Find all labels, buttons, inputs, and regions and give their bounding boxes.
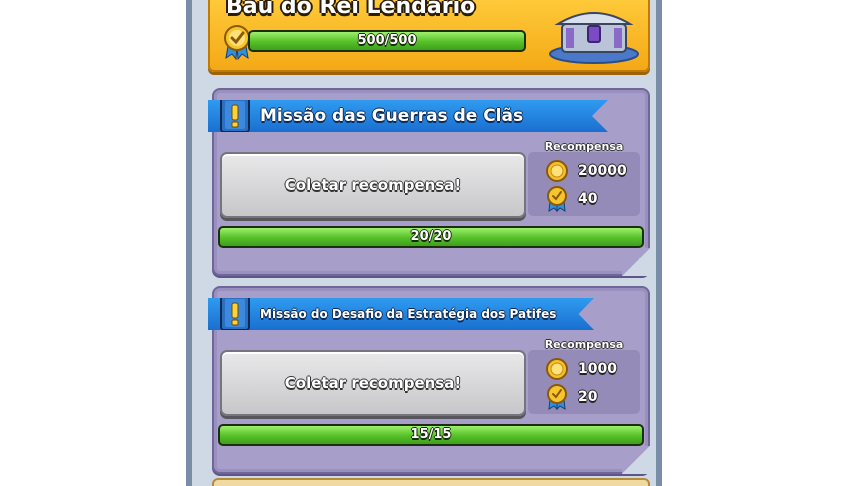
gold-amount: 20000 bbox=[578, 163, 627, 179]
gold-amount: 1000 bbox=[578, 361, 617, 377]
reward-box: 20000 40 bbox=[528, 152, 640, 216]
mission-progress-bar: 15/15 bbox=[218, 424, 644, 446]
mission-banner: Missão do Desafio da Estratégia dos Pati… bbox=[208, 298, 594, 330]
page-curl bbox=[622, 446, 650, 474]
collect-reward-button[interactable]: Coletar recompensa! bbox=[220, 350, 526, 416]
gold-coin-icon bbox=[546, 160, 568, 182]
mission-banner: Missão das Guerras de Clãs bbox=[208, 100, 608, 132]
mission-progress-text: 20/20 bbox=[410, 229, 452, 244]
mission-card-rogues-strategy: Missão do Desafio da Estratégia dos Pati… bbox=[208, 286, 650, 474]
collect-reward-label: Coletar recompensa! bbox=[284, 374, 462, 392]
gold-reward: 20000 bbox=[546, 158, 627, 184]
crown-amount: 20 bbox=[578, 389, 598, 405]
collect-reward-button[interactable]: Coletar recompensa! bbox=[220, 152, 526, 218]
mission-progress-text: 15/15 bbox=[410, 427, 452, 442]
mission-title: Missão das Guerras de Clãs bbox=[260, 106, 524, 126]
quest-list: Baú do Rei Lendário 500/500 Missão das G… bbox=[192, 0, 656, 486]
chest-progress-text: 500/500 bbox=[357, 33, 417, 48]
collect-reward-label: Coletar recompensa! bbox=[284, 176, 462, 194]
mission-progress-bar: 20/20 bbox=[218, 226, 644, 248]
gold-reward: 1000 bbox=[546, 356, 617, 382]
crown-medal-icon bbox=[547, 384, 567, 410]
exclamation-book-icon bbox=[220, 298, 250, 330]
quest-panel: Baú do Rei Lendário 500/500 Missão das G… bbox=[186, 0, 662, 486]
crown-reward: 20 bbox=[546, 384, 597, 410]
exclamation-book-icon bbox=[220, 100, 250, 132]
legendary-king-chest-icon bbox=[549, 12, 639, 64]
chest-title: Baú do Rei Lendário bbox=[226, 0, 476, 19]
page-curl bbox=[622, 248, 650, 276]
crown-reward: 40 bbox=[546, 186, 597, 212]
gold-coin-icon bbox=[546, 358, 568, 380]
crown-medal-icon bbox=[547, 186, 567, 212]
mission-title: Missão do Desafio da Estratégia dos Pati… bbox=[260, 307, 557, 321]
legendary-chest-card[interactable]: Baú do Rei Lendário 500/500 bbox=[208, 0, 650, 72]
crown-amount: 40 bbox=[578, 191, 598, 207]
next-mission-card-partial bbox=[212, 478, 650, 486]
mission-card-clan-wars: Missão das Guerras de Clãs Coletar recom… bbox=[208, 88, 650, 276]
reward-box: 1000 20 bbox=[528, 350, 640, 414]
chest-progress-bar: 500/500 bbox=[248, 30, 526, 52]
